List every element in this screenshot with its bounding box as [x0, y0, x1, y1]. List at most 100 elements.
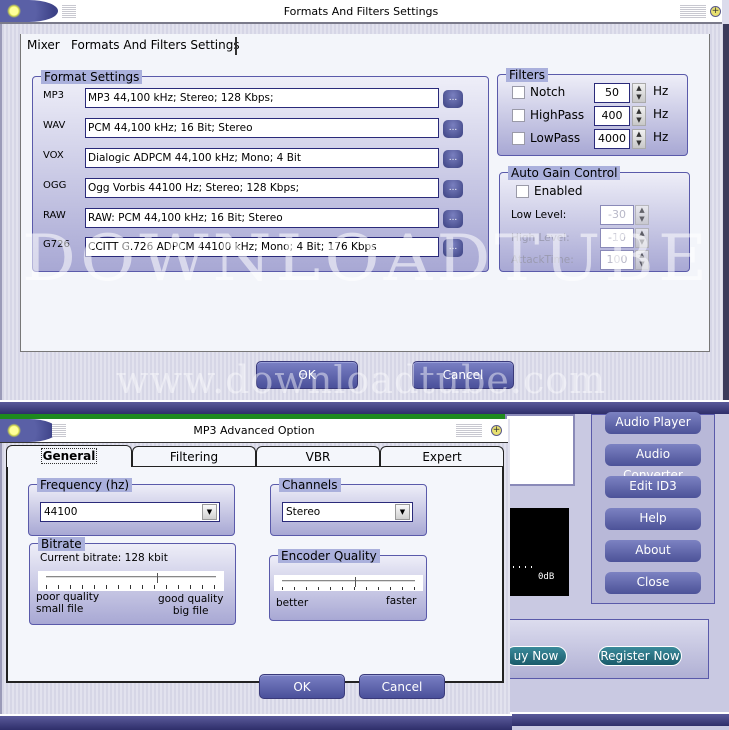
tab-vbr[interactable]: VBR	[256, 446, 380, 468]
tab-filtering[interactable]: Filtering	[132, 446, 256, 468]
format-row-field[interactable]: Dialogic ADPCM 44,100 kHz; Mono; 4 Bit	[85, 148, 439, 168]
channels-legend: Channels	[279, 478, 341, 492]
slider-thumb[interactable]	[156, 573, 161, 583]
format-row-field[interactable]: CCITT G.726 ADPCM 44100 kHz; Mono; 4 Bit…	[85, 237, 439, 257]
browse-format-button[interactable]: ...	[443, 239, 463, 257]
dialog-title: MP3 Advanced Option	[193, 424, 315, 437]
filter-label: Notch	[530, 85, 566, 99]
spin-arrows-icon[interactable]: ▲ ▼	[635, 205, 649, 225]
encoder-quality-legend: Encoder Quality	[278, 549, 380, 563]
spin-arrows-icon[interactable]: ▲ ▼	[635, 250, 649, 270]
agc-field-label: High Level:	[511, 232, 570, 244]
formats-filters-window: Formats And Filters Settings + Mixer For…	[0, 0, 729, 414]
format-settings-legend: Format Settings	[41, 70, 143, 84]
filter-label: HighPass	[530, 108, 585, 122]
agc-field-label: AttackTime:	[511, 254, 574, 266]
agc-enabled-label: Enabled	[534, 184, 583, 198]
slider-track	[46, 576, 216, 578]
filter-checkbox[interactable]	[512, 109, 525, 122]
register-now-button[interactable]: Register Now	[598, 646, 682, 666]
agc-enabled-checkbox[interactable]	[516, 185, 529, 198]
bitrate-slider[interactable]	[38, 571, 224, 591]
filter-value-input[interactable]: 50	[594, 83, 630, 103]
filter-checkbox[interactable]	[512, 132, 525, 145]
side-button[interactable]: Edit ID3	[605, 476, 701, 498]
level-meter: 0dB	[505, 508, 569, 596]
side-button[interactable]: About	[605, 540, 701, 562]
channels-value: Stereo	[286, 506, 321, 518]
filter-value-input[interactable]: 4000	[594, 129, 630, 149]
browse-format-button[interactable]: ...	[443, 210, 463, 228]
format-row-field[interactable]: MP3 44,100 kHz; Stereo; 128 Kbps;	[85, 88, 439, 108]
display-area	[505, 414, 575, 486]
slider-ticks	[282, 587, 415, 590]
agc-field-input[interactable]: 100	[600, 250, 634, 270]
tab-divider	[235, 37, 237, 55]
agc-field-input[interactable]: -10	[600, 228, 634, 248]
expand-icon[interactable]: +	[710, 6, 721, 17]
small-file-text: small file	[36, 603, 84, 615]
dialog-ok-button[interactable]: OK	[259, 674, 345, 699]
bg-bottom-bar	[505, 712, 729, 726]
side-button[interactable]: Audio Player	[605, 412, 701, 434]
encoder-quality-slider[interactable]	[274, 575, 423, 591]
channels-select[interactable]: Stereo ▼	[282, 502, 413, 522]
browse-format-button[interactable]: ...	[443, 180, 463, 198]
tab-mixer[interactable]: Mixer	[27, 38, 60, 52]
cancel-button[interactable]: Cancel	[412, 361, 514, 389]
hz-unit-label: Hz	[653, 130, 669, 144]
hz-unit-label: Hz	[653, 107, 669, 121]
faster-label: faster	[386, 595, 417, 607]
frequency-value: 44100	[44, 506, 78, 518]
chevron-down-icon[interactable]: ▼	[395, 504, 410, 520]
bitrate-legend: Bitrate	[38, 537, 85, 551]
agc-field-input[interactable]: -30	[600, 205, 634, 225]
dialog-cancel-button[interactable]: Cancel	[359, 674, 445, 699]
expand-icon[interactable]: +	[491, 425, 502, 436]
spin-arrows-icon[interactable]: ▲ ▼	[632, 83, 646, 103]
filter-label: LowPass	[530, 131, 581, 145]
browse-format-button[interactable]: ...	[443, 150, 463, 168]
format-row-label: OGG	[43, 180, 67, 191]
format-row-field[interactable]: Ogg Vorbis 44100 Hz; Stereo; 128 Kbps;	[85, 178, 439, 198]
tab-general[interactable]: General	[6, 445, 132, 467]
meter-label: 0dB	[538, 572, 555, 582]
slider-track	[282, 580, 415, 582]
side-button[interactable]: Audio Converter	[605, 444, 701, 482]
filter-checkbox[interactable]	[512, 86, 525, 99]
dialog-bottom-bar	[0, 714, 512, 730]
bitrate-right-label: good quality big file	[158, 593, 223, 617]
filter-value-input[interactable]: 400	[594, 106, 630, 126]
format-row-field[interactable]: RAW: PCM 44,100 kHz; 16 Bit; Stereo	[85, 208, 439, 228]
bitrate-left-label: poor quality small file	[36, 591, 99, 615]
ok-button[interactable]: OK	[256, 361, 358, 389]
format-row-field[interactable]: PCM 44,100 kHz; 16 Bit; Stereo	[85, 118, 439, 138]
frequency-select[interactable]: 44100 ▼	[40, 502, 220, 522]
spin-arrows-icon[interactable]: ▲ ▼	[632, 129, 646, 149]
agc-field-label: Low Level:	[511, 209, 567, 221]
spin-arrows-icon[interactable]: ▲ ▼	[632, 106, 646, 126]
browse-format-button[interactable]: ...	[443, 120, 463, 138]
format-row-label: RAW	[43, 210, 66, 221]
chevron-down-icon[interactable]: ▼	[202, 504, 217, 520]
slider-ticks	[46, 585, 216, 589]
poor-quality-text: poor quality	[36, 591, 100, 603]
buy-now-button[interactable]: uy Now	[505, 646, 567, 666]
browse-format-button[interactable]: ...	[443, 90, 463, 108]
agc-legend: Auto Gain Control	[508, 166, 621, 180]
side-button[interactable]: Help	[605, 508, 701, 530]
filters-legend: Filters	[506, 68, 548, 82]
format-row-label: MP3	[43, 90, 65, 101]
dialog-title-bar[interactable]: MP3 Advanced Option +	[0, 419, 508, 443]
tab-expert[interactable]: Expert	[380, 446, 504, 468]
current-bitrate-text: Current bitrate: 128 kbit	[40, 552, 168, 564]
meter-ticks	[507, 566, 537, 568]
spin-arrows-icon[interactable]: ▲ ▼	[635, 228, 649, 248]
slider-thumb[interactable]	[355, 577, 359, 587]
frequency-legend: Frequency (hz)	[37, 478, 133, 492]
big-file-text: big file	[172, 605, 209, 617]
tab-formats-filters[interactable]: Formats And Filters Settings	[71, 38, 240, 52]
title-bar[interactable]: Formats And Filters Settings +	[0, 0, 722, 24]
side-button[interactable]: Close	[605, 572, 701, 594]
tab-general-label: General	[40, 448, 98, 464]
